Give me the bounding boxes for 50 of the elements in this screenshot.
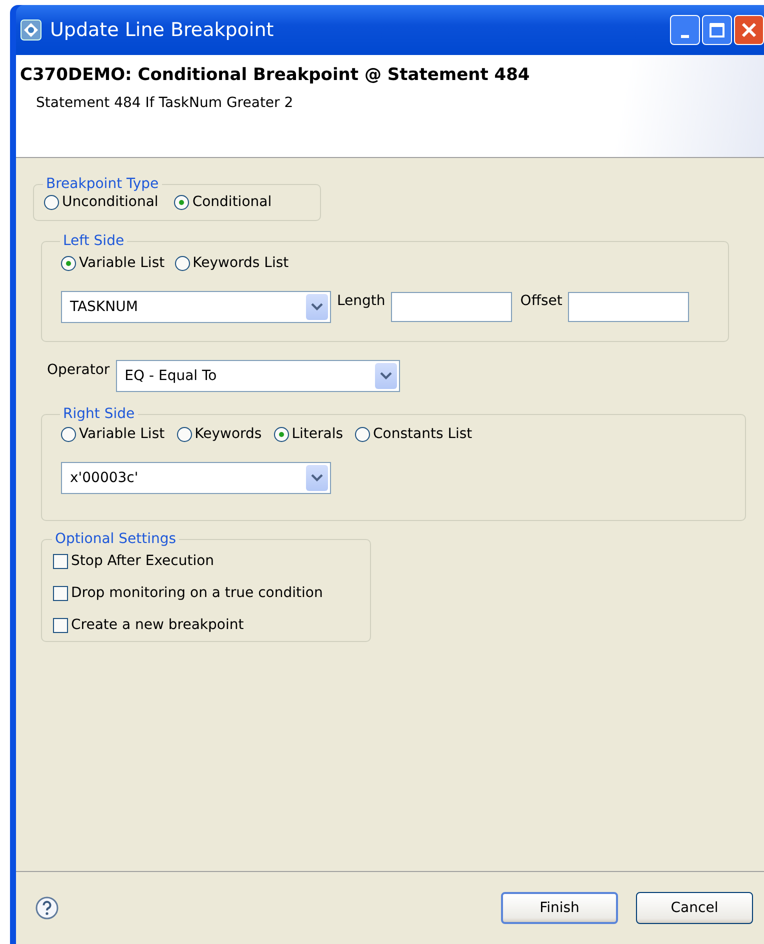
finish-button[interactable]: Finish xyxy=(501,892,618,924)
checkbox-option[interactable]: Stop After Execution xyxy=(53,553,360,569)
field-label: Offset xyxy=(520,293,562,309)
variable-dropdown[interactable]: TASKNUM xyxy=(61,291,331,323)
radio-option[interactable]: Constants List xyxy=(355,426,472,442)
radio-option[interactable]: Literals xyxy=(274,426,344,442)
close-button[interactable] xyxy=(734,15,764,45)
group-label: Optional Settings xyxy=(54,531,178,547)
radio-option[interactable]: Keywords xyxy=(176,426,262,442)
offset-field[interactable] xyxy=(568,292,690,322)
radio-button[interactable] xyxy=(174,194,190,210)
radio-option[interactable]: Keywords List xyxy=(174,255,289,271)
chevron-down-icon[interactable] xyxy=(306,465,328,491)
radio-option[interactable]: Unconditional xyxy=(44,194,158,210)
operator-dropdown[interactable]: EQ - Equal To xyxy=(116,360,400,392)
group-label: Right Side xyxy=(62,406,136,422)
radio-option[interactable]: Variable List xyxy=(61,426,165,442)
radio-button[interactable] xyxy=(44,194,59,210)
chevron-down-icon[interactable] xyxy=(306,294,328,320)
checkbox-option[interactable]: Drop monitoring on a true condition xyxy=(53,585,360,601)
checkbox[interactable] xyxy=(53,618,68,632)
group-label: Left Side xyxy=(62,233,126,249)
app-icon xyxy=(20,19,42,41)
radio-button[interactable] xyxy=(174,256,190,270)
radio-button[interactable] xyxy=(355,426,370,442)
window-title: Update Line Breakpoint xyxy=(50,19,275,41)
radio-button[interactable] xyxy=(61,256,76,270)
radio-option[interactable]: Conditional xyxy=(174,194,272,210)
radio-button[interactable] xyxy=(274,426,289,442)
checkbox[interactable] xyxy=(53,586,68,600)
length-field[interactable] xyxy=(391,292,512,322)
minimize-icon xyxy=(681,34,689,38)
chevron-down-icon[interactable] xyxy=(374,363,397,389)
checkbox[interactable] xyxy=(53,554,68,568)
radio-button[interactable] xyxy=(176,426,192,442)
close-icon xyxy=(741,22,757,38)
maximize-icon xyxy=(709,22,725,38)
radio-option[interactable]: Variable List xyxy=(61,255,165,271)
help-icon[interactable] xyxy=(35,896,59,920)
cancel-button[interactable]: Cancel xyxy=(636,892,753,924)
checkbox-option[interactable]: Create a new breakpoint xyxy=(53,617,360,633)
header-description: Statement 484 If TaskNum Greater 2 xyxy=(36,95,294,111)
field-label: Length xyxy=(337,293,386,309)
header-title: C370DEMO: Conditional Breakpoint @ Statement 484 xyxy=(20,65,531,85)
value-dropdown[interactable]: x'00003c' xyxy=(61,462,331,494)
radio-button[interactable] xyxy=(61,426,76,442)
field-label: Operator xyxy=(47,362,110,378)
minimize-button[interactable] xyxy=(670,15,700,45)
maximize-button[interactable] xyxy=(702,15,732,45)
group-label: Breakpoint Type xyxy=(45,176,160,192)
